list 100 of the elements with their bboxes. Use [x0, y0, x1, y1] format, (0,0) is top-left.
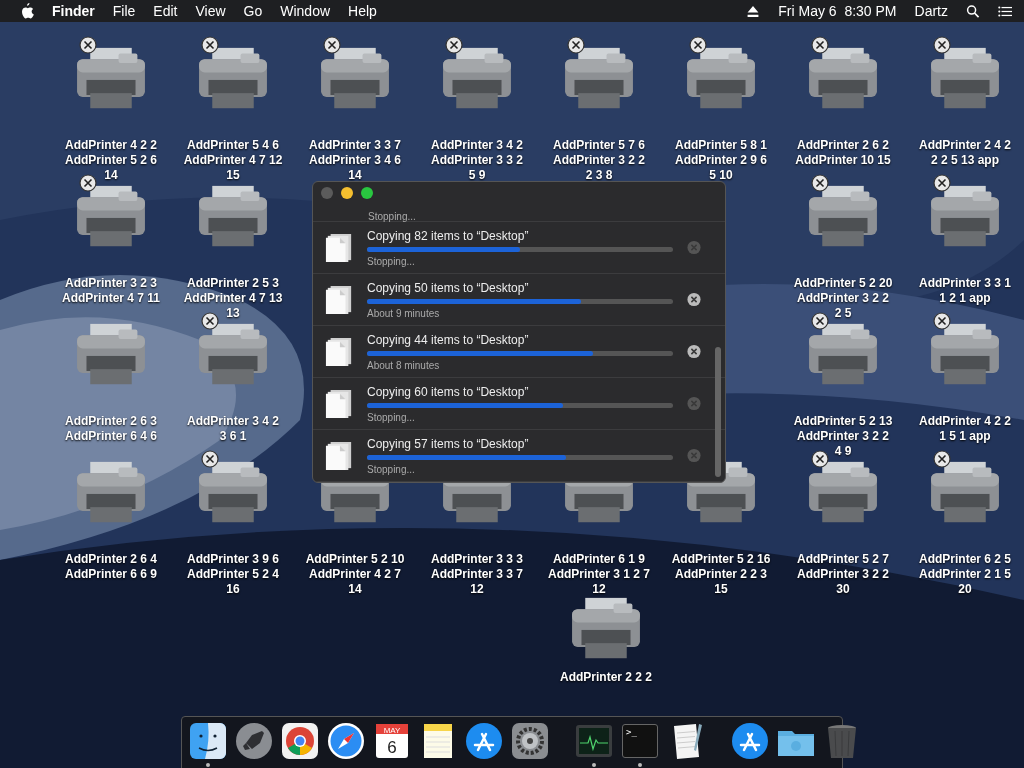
icon-label: AddPrinter 5 2 7 — [797, 552, 889, 567]
copy-title: Copying 44 items to “Desktop” — [367, 332, 530, 347]
icon-label: AddPrinter 4 7 12 — [183, 153, 283, 168]
icon-label: AddPrinter 3 3 1 — [919, 276, 1011, 291]
user-name[interactable]: Dartz — [914, 3, 948, 19]
icon-label: AddPrinter 4 7 11 — [61, 291, 160, 306]
search-icon[interactable] — [966, 4, 980, 18]
icon-label: AddPrinter 2 2 3 — [675, 567, 767, 582]
browser-icon[interactable] — [280, 721, 320, 761]
app-menu[interactable]: Finder — [52, 3, 95, 19]
menu-item[interactable]: Window — [280, 3, 331, 19]
icon-label: AddPrinter 10 15 — [795, 153, 891, 168]
icon-label: AddPrinter 5 2 16 — [671, 552, 771, 567]
icon-label: AddPrinter 3 2 3 — [65, 276, 157, 291]
icon-count: 20 — [958, 582, 972, 597]
icon-label: AddPrinter 4 7 13 — [183, 291, 283, 306]
icon-label: AddPrinter 5 4 6 — [187, 138, 279, 153]
icon-label: AddPrinter 3 2 2 — [797, 429, 889, 444]
close-badge-icon[interactable] — [811, 174, 829, 192]
app-store-icon[interactable] — [730, 721, 770, 761]
icon-label: AddPrinter 5 7 6 — [553, 138, 645, 153]
copy-title: Copying 57 items to “Desktop” — [367, 436, 530, 451]
icon-label: AddPrinter 6 6 9 — [65, 567, 157, 582]
icon-label: AddPrinter 2 4 2 — [919, 138, 1011, 153]
cancel-icon[interactable] — [687, 344, 701, 359]
close-badge-icon[interactable] — [811, 312, 829, 330]
close-badge-icon[interactable] — [201, 36, 219, 54]
icon-label: AddPrinter 3 3 7 — [431, 567, 523, 582]
close-badge-icon[interactable] — [79, 36, 97, 54]
menu-item[interactable]: File — [112, 3, 136, 19]
icon-label: AddPrinter 5 8 1 — [675, 138, 767, 153]
close-badge-icon[interactable] — [933, 174, 951, 192]
eject-icon[interactable] — [746, 4, 761, 18]
close-badge-icon[interactable] — [201, 312, 219, 330]
menu-item[interactable]: Help — [348, 3, 377, 19]
list-icon[interactable] — [998, 4, 1012, 18]
close-badge-icon[interactable] — [567, 36, 585, 54]
close-badge-icon[interactable] — [79, 174, 97, 192]
icon-count: 13 — [226, 306, 240, 321]
status-text: Stopping... — [367, 411, 416, 423]
icon-count: 14 — [348, 582, 362, 597]
close-badge-icon[interactable] — [201, 450, 219, 468]
icon-label: AddPrinter 3 2 2 — [553, 153, 645, 168]
apple-logo-icon[interactable] — [20, 3, 34, 19]
copy-title: Copying 82 items to “Desktop” — [367, 228, 530, 243]
icon-label: AddPrinter 2 6 3 — [65, 414, 157, 429]
icon-label: 1 2 1 app — [939, 291, 991, 306]
icon-label: AddPrinter 3 1 2 7 — [547, 567, 650, 582]
menu-item[interactable]: Edit — [153, 3, 178, 19]
icon-label: AddPrinter 4 2 2 — [919, 414, 1011, 429]
icon-count: 2 5 — [834, 306, 852, 321]
icon-label: AddPrinter 3 4 6 — [309, 153, 401, 168]
icon-label: AddPrinter 6 1 9 — [553, 552, 645, 567]
icon-label: AddPrinter 4 2 7 — [309, 567, 401, 582]
compass-icon[interactable] — [326, 721, 366, 761]
zoom-button[interactable] — [361, 187, 373, 199]
cancel-icon[interactable] — [687, 292, 701, 307]
icon-count: 15 — [226, 168, 240, 183]
status-text: Stopping... — [367, 463, 416, 475]
icon-label: AddPrinter 2 5 3 — [187, 276, 279, 291]
icon-label: AddPrinter 3 4 2 — [431, 138, 523, 153]
icon-label: AddPrinter 5 2 13 — [793, 414, 893, 429]
app-store-icon[interactable] — [464, 721, 504, 761]
icon-label: AddPrinter 3 3 7 — [309, 138, 401, 153]
icon-count: 12 — [470, 582, 484, 597]
minimize-button[interactable] — [341, 187, 353, 199]
icon-label: 1 5 1 app — [939, 429, 991, 444]
rocket-icon[interactable] — [234, 721, 274, 761]
scrollbar[interactable] — [715, 347, 721, 477]
icon-label: AddPrinter 2 1 5 — [919, 567, 1011, 582]
icon-count: 4 9 — [834, 444, 852, 459]
close-badge-icon[interactable] — [933, 450, 951, 468]
gear-icon[interactable] — [510, 721, 550, 761]
icon-label: AddPrinter 3 2 2 — [797, 567, 889, 582]
close-badge-icon[interactable] — [811, 36, 829, 54]
finder-icon[interactable] — [188, 721, 228, 761]
close-badge-icon[interactable] — [323, 36, 341, 54]
icon-count: 5 10 — [709, 168, 733, 183]
icon-count: 30 — [836, 582, 850, 597]
icon-label: 2 2 5 13 app — [930, 153, 999, 168]
close-badge-icon[interactable] — [689, 36, 707, 54]
copy-title: Copying 50 items to “Desktop” — [367, 280, 530, 295]
icon-label: AddPrinter 5 2 6 — [65, 153, 157, 168]
terminal-icon[interactable]: >_ — [622, 724, 658, 758]
close-badge-icon[interactable] — [933, 36, 951, 54]
menu-item[interactable]: View — [195, 3, 226, 19]
status-text: Stopping... — [367, 255, 416, 267]
status-text: About 8 minutes — [367, 359, 441, 371]
menu-item[interactable]: Go — [243, 3, 263, 19]
menu-clock[interactable]: Fri May 6 8:30 PM — [778, 3, 897, 19]
close-badge-icon[interactable] — [933, 312, 951, 330]
icon-count: 5 9 — [468, 168, 486, 183]
copy-title: Copying 60 items to “Desktop” — [367, 384, 530, 399]
status-text: About 9 minutes — [367, 307, 441, 319]
close-badge-icon[interactable] — [445, 36, 463, 54]
icon-label: AddPrinter 5 2 10 — [305, 552, 405, 567]
icon-count: 16 — [226, 582, 240, 597]
close-badge-icon[interactable] — [811, 450, 829, 468]
icon-label: AddPrinter 5 2 4 — [187, 567, 279, 582]
icon-label: AddPrinter 3 4 2 — [187, 414, 279, 429]
